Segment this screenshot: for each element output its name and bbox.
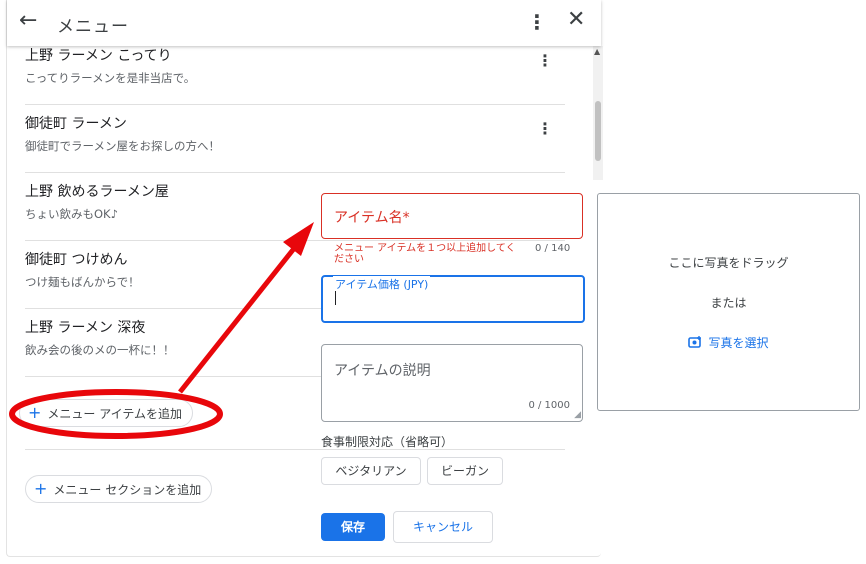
vegan-chip[interactable]: ビーガン — [427, 457, 503, 485]
menu-item[interactable]: 御徒町 ラーメン 御徒町でラーメン屋をお探しの方へ！ ⋮ — [25, 105, 565, 173]
back-arrow-icon[interactable]: ← — [19, 8, 37, 33]
scroll-up-icon[interactable]: ▲ — [594, 47, 600, 56]
item-name-label: アイテム名* — [334, 210, 410, 226]
more-vert-icon[interactable]: ⋮ — [527, 10, 547, 34]
item-description-label: アイテムの説明 — [334, 363, 431, 379]
add-menu-section-button[interactable]: + メニュー セクションを追加 — [25, 475, 213, 503]
menu-item-description: 御徒町でラーメン屋をお探しの方へ！ — [25, 139, 221, 153]
menu-item-name: 上野 ラーメン こってり — [25, 48, 172, 64]
menu-item-description: 飲み会の後のメの一杯に！！ — [25, 343, 175, 357]
add-menu-item-button[interactable]: + メニュー アイテムを追加 — [19, 399, 194, 427]
add-menu-section-label: メニュー セクションを追加 — [53, 483, 202, 497]
menu-item-name: 御徒町 ラーメン — [25, 116, 127, 132]
menu-item-description: こってりラーメンを是非当店で。 — [25, 71, 196, 85]
item-name-error: メニュー アイテムを１つ以上追加してください — [334, 243, 516, 265]
close-icon[interactable]: ✕ — [567, 7, 585, 32]
more-vert-icon[interactable]: ⋮ — [537, 51, 553, 70]
more-vert-icon[interactable]: ⋮ — [537, 119, 553, 138]
plus-icon: + — [34, 479, 48, 498]
vegetarian-chip[interactable]: ベジタリアン — [321, 457, 421, 485]
menu-item-name: 上野 飲めるラーメン屋 — [25, 184, 169, 200]
text-cursor — [335, 291, 336, 305]
menu-item[interactable]: 上野 ラーメン こってり こってりラーメンを是非当店で。 ⋮ — [25, 37, 565, 105]
divider — [25, 449, 565, 450]
page-title: メニュー — [57, 17, 129, 37]
item-name-field[interactable]: アイテム名* — [321, 193, 583, 239]
add-menu-item-label: メニュー アイテムを追加 — [47, 407, 183, 421]
resize-handle-icon[interactable]: ◢ — [574, 410, 581, 420]
dietary-label: 食事制限対応（省略可） — [321, 435, 454, 449]
menu-item-description: ちょい飲みもOK♪ — [25, 207, 118, 221]
menu-item-name: 上野 ラーメン 深夜 — [25, 320, 146, 336]
item-description-counter: 0 / 1000 — [528, 400, 570, 411]
cancel-button[interactable]: キャンセル — [393, 511, 493, 543]
add-photo-icon — [688, 336, 702, 348]
scrollbar-thumb[interactable] — [595, 101, 601, 161]
menu-item-description: つけ麺もばんからで！ — [25, 275, 140, 289]
menu-item-name: 御徒町 つけめん — [25, 252, 128, 268]
photo-drag-text: ここに写真をドラッグ — [668, 256, 789, 270]
menu-header: ← メニュー ⋮ ✕ — [7, 0, 601, 46]
item-price-field[interactable]: アイテム価格 (JPY) — [321, 275, 585, 323]
item-name-counter: 0 / 140 — [535, 243, 571, 254]
save-button[interactable]: 保存 — [321, 513, 385, 541]
item-price-label: アイテム価格 (JPY) — [333, 276, 431, 292]
photo-or-text: または — [710, 296, 747, 310]
plus-icon: + — [28, 403, 42, 422]
item-description-field[interactable]: アイテムの説明 0 / 1000 ◢ — [321, 344, 583, 422]
photo-dropzone[interactable]: ここに写真をドラッグ または 写真を選択 — [597, 193, 860, 411]
scrollbar[interactable]: ▲ — [593, 46, 603, 180]
select-photo-button[interactable]: 写真を選択 — [598, 334, 859, 351]
select-photo-label: 写真を選択 — [708, 336, 769, 350]
